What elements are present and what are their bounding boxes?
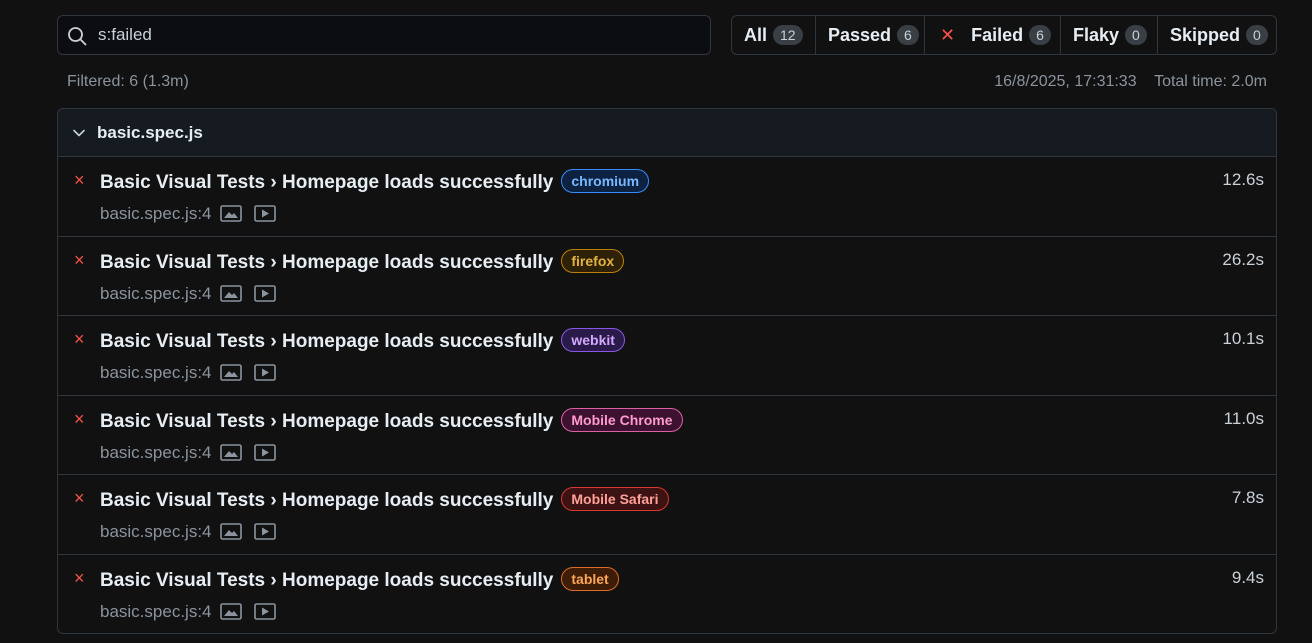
- test-title-line[interactable]: Basic Visual Tests › Homepage loads succ…: [100, 248, 625, 274]
- test-title-line[interactable]: Basic Visual Tests › Homepage loads succ…: [100, 566, 619, 592]
- test-title-line[interactable]: Basic Visual Tests › Homepage loads succ…: [100, 487, 669, 512]
- tab-label: Failed: [971, 24, 1024, 45]
- failed-icon: ×: [74, 488, 85, 508]
- video-icon[interactable]: [254, 364, 276, 381]
- tab-count: 0: [1125, 25, 1147, 45]
- tab-failed[interactable]: ✕ Failed 6: [925, 16, 1061, 54]
- total-time: Total time: 2.0m: [1154, 73, 1267, 90]
- image-icon[interactable]: [220, 523, 242, 540]
- chevron-down-icon: [73, 129, 85, 136]
- test-title: Basic Visual Tests › Homepage loads succ…: [100, 331, 554, 352]
- tab-passed[interactable]: Passed 6: [816, 16, 925, 54]
- failed-icon: ×: [74, 408, 85, 429]
- filtered-summary: Filtered: 6 (1.3m): [67, 73, 189, 90]
- test-row[interactable]: × Basic Visual Tests › Homepage loads su…: [58, 396, 1276, 475]
- run-info: 16/8/2025, 17:31:33 Total time: 2.0m: [994, 73, 1267, 91]
- tab-all[interactable]: All 12: [732, 16, 816, 54]
- test-title-line[interactable]: Basic Visual Tests › Homepage loads succ…: [100, 169, 650, 194]
- tab-flaky[interactable]: Flaky 0: [1061, 16, 1158, 54]
- test-location: basic.spec.js:4: [100, 522, 212, 541]
- video-icon[interactable]: [254, 523, 276, 540]
- image-icon[interactable]: [220, 284, 242, 302]
- file-panel: basic.spec.js × Basic Visual Tests › Hom…: [57, 108, 1277, 634]
- test-row[interactable]: × Basic Visual Tests › Homepage loads su…: [58, 237, 1276, 316]
- test-title-line[interactable]: Basic Visual Tests › Homepage loads succ…: [100, 328, 625, 353]
- test-title-line[interactable]: Basic Visual Tests › Homepage loads succ…: [100, 407, 683, 433]
- failed-icon: ×: [74, 567, 85, 588]
- test-location: basic.spec.js:4: [100, 442, 212, 462]
- video-icon[interactable]: [254, 443, 276, 461]
- video-icon[interactable]: [254, 602, 276, 620]
- test-row[interactable]: × Basic Visual Tests › Homepage loads su…: [58, 316, 1276, 396]
- image-icon[interactable]: [220, 364, 242, 381]
- tab-count: 12: [773, 25, 803, 45]
- test-duration: 11.0s: [1223, 408, 1264, 428]
- image-icon[interactable]: [220, 205, 242, 222]
- tab-count: 6: [897, 25, 919, 45]
- failed-icon: ×: [74, 329, 85, 349]
- image-icon[interactable]: [220, 602, 242, 620]
- project-badge: webkit: [561, 328, 625, 352]
- test-row[interactable]: × Basic Visual Tests › Homepage loads su…: [58, 157, 1276, 237]
- search-box[interactable]: [57, 15, 711, 55]
- failed-icon: ×: [74, 249, 85, 270]
- test-row[interactable]: × Basic Visual Tests › Homepage loads su…: [58, 555, 1276, 634]
- test-duration: 7.8s: [1231, 488, 1264, 507]
- test-row[interactable]: × Basic Visual Tests › Homepage loads su…: [58, 475, 1276, 555]
- file-header[interactable]: basic.spec.js: [58, 109, 1276, 157]
- failed-icon: ×: [74, 170, 85, 190]
- test-location: basic.spec.js:4: [100, 204, 212, 223]
- test-duration: 10.1s: [1222, 329, 1264, 348]
- status-filter-tabs: All 12 Passed 6 ✕ Failed 6 Flaky 0 Skipp…: [731, 15, 1277, 55]
- test-location: basic.spec.js:4: [100, 283, 212, 303]
- run-timestamp: 16/8/2025, 17:31:33: [994, 73, 1137, 90]
- test-duration: 9.4s: [1231, 567, 1264, 587]
- test-duration: 26.2s: [1222, 249, 1264, 269]
- search-input[interactable]: [98, 16, 698, 54]
- tab-label: All: [744, 24, 768, 45]
- test-location: basic.spec.js:4: [100, 601, 212, 621]
- test-list: × Basic Visual Tests › Homepage loads su…: [58, 157, 1276, 634]
- project-badge: chromium: [561, 169, 650, 193]
- test-location: basic.spec.js:4: [100, 363, 212, 382]
- test-title: Basic Visual Tests › Homepage loads succ…: [100, 490, 554, 511]
- project-badge: Mobile Chrome: [561, 407, 683, 432]
- test-duration: 12.6s: [1222, 170, 1264, 189]
- tab-label: Flaky: [1073, 24, 1120, 45]
- project-badge: Mobile Safari: [561, 487, 669, 511]
- image-icon[interactable]: [220, 443, 242, 461]
- project-badge: tablet: [561, 566, 619, 591]
- test-title: Basic Visual Tests › Homepage loads succ…: [100, 569, 554, 591]
- tab-count: 0: [1246, 25, 1268, 45]
- tab-count: 6: [1029, 25, 1051, 45]
- project-badge: firefox: [561, 248, 625, 273]
- test-title: Basic Visual Tests › Homepage loads succ…: [100, 251, 554, 273]
- video-icon[interactable]: [254, 205, 276, 222]
- tab-label: Skipped: [1170, 24, 1241, 45]
- search-icon: [68, 27, 87, 46]
- tab-label: Passed: [828, 24, 892, 45]
- failed-icon: ✕: [940, 24, 956, 45]
- file-name: basic.spec.js: [97, 122, 203, 142]
- video-icon[interactable]: [254, 284, 276, 302]
- tab-skipped[interactable]: Skipped 0: [1158, 16, 1276, 54]
- test-title: Basic Visual Tests › Homepage loads succ…: [100, 172, 554, 193]
- test-title: Basic Visual Tests › Homepage loads succ…: [100, 410, 554, 432]
